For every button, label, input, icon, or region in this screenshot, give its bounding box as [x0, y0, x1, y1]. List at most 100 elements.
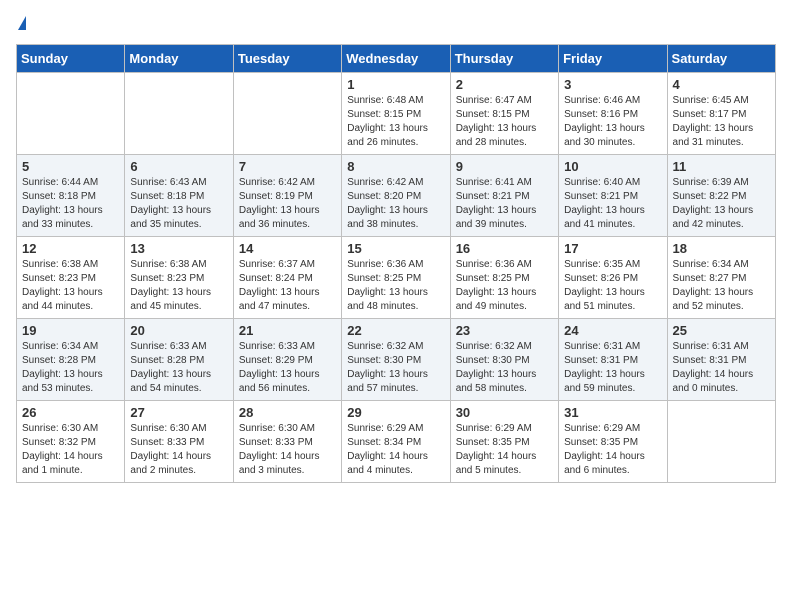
day-number: 30	[456, 405, 553, 420]
day-number: 5	[22, 159, 119, 174]
calendar-cell	[667, 401, 775, 483]
calendar-cell: 29Sunrise: 6:29 AM Sunset: 8:34 PM Dayli…	[342, 401, 450, 483]
day-info: Sunrise: 6:33 AM Sunset: 8:28 PM Dayligh…	[130, 340, 227, 396]
calendar-cell: 13 Sunrise: 6:38 AM Sunset: 8:23 PM Dayli…	[125, 237, 233, 319]
day-info: Sunrise: 6:31 AM Sunset: 8:31 PM Dayligh…	[564, 340, 661, 396]
col-header-thursday: Thursday	[450, 45, 558, 73]
calendar-cell: 9 Sunrise: 6:41 AM Sunset: 8:21 PM Daylig…	[450, 155, 558, 237]
logo	[16, 16, 26, 32]
calendar-cell: 2Sunrise: 6:47 AM Sunset: 8:15 PM Daylig…	[450, 73, 558, 155]
calendar-cell: 15 Sunrise: 6:36 AM Sunset: 8:25 PM Dayli…	[342, 237, 450, 319]
day-number: 28	[239, 405, 336, 420]
col-header-monday: Monday	[125, 45, 233, 73]
calendar-cell: 25 Sunrise: 6:31 AM Sunset: 8:31 PM Dayli…	[667, 319, 775, 401]
calendar-header-row: SundayMondayTuesdayWednesdayThursdayFrid…	[17, 45, 776, 73]
calendar-cell: 30 Sunrise: 6:29 AM Sunset: 8:35 PM Dayli…	[450, 401, 558, 483]
calendar-cell: 3Sunrise: 6:46 AM Sunset: 8:16 PM Daylig…	[559, 73, 667, 155]
calendar-week-row: 5 Sunrise: 6:44 AM Sunset: 8:18 PM Daylig…	[17, 155, 776, 237]
calendar-week-row: 1Sunrise: 6:48 AM Sunset: 8:15 PM Daylig…	[17, 73, 776, 155]
day-info: Sunrise: 6:29 AM Sunset: 8:35 PM Dayligh…	[456, 422, 553, 478]
calendar-cell: 27Sunrise: 6:30 AM Sunset: 8:33 PM Dayli…	[125, 401, 233, 483]
day-number: 21	[239, 323, 336, 338]
day-number: 9	[456, 159, 553, 174]
calendar-cell: 11Sunrise: 6:39 AM Sunset: 8:22 PM Dayli…	[667, 155, 775, 237]
calendar-cell: 17 Sunrise: 6:35 AM Sunset: 8:26 PM Dayli…	[559, 237, 667, 319]
day-number: 25	[673, 323, 770, 338]
day-info: Sunrise: 6:43 AM Sunset: 8:18 PM Dayligh…	[130, 176, 227, 232]
calendar-cell: 28 Sunrise: 6:30 AM Sunset: 8:33 PM Dayli…	[233, 401, 341, 483]
day-info: Sunrise: 6:34 AM Sunset: 8:28 PM Dayligh…	[22, 340, 119, 396]
day-number: 15	[347, 241, 444, 256]
day-info: Sunrise: 6:46 AM Sunset: 8:16 PM Dayligh…	[564, 94, 661, 150]
col-header-wednesday: Wednesday	[342, 45, 450, 73]
day-info: Sunrise: 6:37 AM Sunset: 8:24 PM Dayligh…	[239, 258, 336, 314]
col-header-saturday: Saturday	[667, 45, 775, 73]
calendar-cell: 18 Sunrise: 6:34 AM Sunset: 8:27 PM Dayli…	[667, 237, 775, 319]
day-number: 29	[347, 405, 444, 420]
day-number: 4	[673, 77, 770, 92]
day-info: Sunrise: 6:42 AM Sunset: 8:20 PM Dayligh…	[347, 176, 444, 232]
col-header-friday: Friday	[559, 45, 667, 73]
calendar-cell: 5 Sunrise: 6:44 AM Sunset: 8:18 PM Daylig…	[17, 155, 125, 237]
calendar-cell: 1Sunrise: 6:48 AM Sunset: 8:15 PM Daylig…	[342, 73, 450, 155]
day-number: 14	[239, 241, 336, 256]
day-info: Sunrise: 6:45 AM Sunset: 8:17 PM Dayligh…	[673, 94, 770, 150]
day-number: 17	[564, 241, 661, 256]
col-header-tuesday: Tuesday	[233, 45, 341, 73]
day-number: 8	[347, 159, 444, 174]
day-number: 22	[347, 323, 444, 338]
day-info: Sunrise: 6:30 AM Sunset: 8:33 PM Dayligh…	[239, 422, 336, 478]
calendar-cell: 10 Sunrise: 6:40 AM Sunset: 8:21 PM Dayli…	[559, 155, 667, 237]
calendar-week-row: 19 Sunrise: 6:34 AM Sunset: 8:28 PM Dayli…	[17, 319, 776, 401]
day-info: Sunrise: 6:35 AM Sunset: 8:26 PM Dayligh…	[564, 258, 661, 314]
day-info: Sunrise: 6:38 AM Sunset: 8:23 PM Dayligh…	[22, 258, 119, 314]
calendar-week-row: 26Sunrise: 6:30 AM Sunset: 8:32 PM Dayli…	[17, 401, 776, 483]
day-number: 12	[22, 241, 119, 256]
calendar-cell: 31Sunrise: 6:29 AM Sunset: 8:35 PM Dayli…	[559, 401, 667, 483]
day-info: Sunrise: 6:30 AM Sunset: 8:32 PM Dayligh…	[22, 422, 119, 478]
calendar-cell	[125, 73, 233, 155]
day-number: 27	[130, 405, 227, 420]
day-info: Sunrise: 6:33 AM Sunset: 8:29 PM Dayligh…	[239, 340, 336, 396]
calendar-cell	[233, 73, 341, 155]
day-number: 31	[564, 405, 661, 420]
day-info: Sunrise: 6:38 AM Sunset: 8:23 PM Dayligh…	[130, 258, 227, 314]
day-number: 19	[22, 323, 119, 338]
calendar-cell: 23 Sunrise: 6:32 AM Sunset: 8:30 PM Dayli…	[450, 319, 558, 401]
calendar-cell: 20 Sunrise: 6:33 AM Sunset: 8:28 PM Dayli…	[125, 319, 233, 401]
day-info: Sunrise: 6:44 AM Sunset: 8:18 PM Dayligh…	[22, 176, 119, 232]
page-header	[16, 16, 776, 32]
day-number: 2	[456, 77, 553, 92]
calendar-cell: 21 Sunrise: 6:33 AM Sunset: 8:29 PM Dayli…	[233, 319, 341, 401]
day-number: 24	[564, 323, 661, 338]
day-info: Sunrise: 6:40 AM Sunset: 8:21 PM Dayligh…	[564, 176, 661, 232]
day-number: 7	[239, 159, 336, 174]
day-info: Sunrise: 6:31 AM Sunset: 8:31 PM Dayligh…	[673, 340, 770, 396]
day-info: Sunrise: 6:32 AM Sunset: 8:30 PM Dayligh…	[456, 340, 553, 396]
day-info: Sunrise: 6:32 AM Sunset: 8:30 PM Dayligh…	[347, 340, 444, 396]
calendar-cell: 8 Sunrise: 6:42 AM Sunset: 8:20 PM Daylig…	[342, 155, 450, 237]
day-info: Sunrise: 6:39 AM Sunset: 8:22 PM Dayligh…	[673, 176, 770, 232]
day-number: 18	[673, 241, 770, 256]
day-info: Sunrise: 6:36 AM Sunset: 8:25 PM Dayligh…	[456, 258, 553, 314]
day-number: 10	[564, 159, 661, 174]
day-info: Sunrise: 6:34 AM Sunset: 8:27 PM Dayligh…	[673, 258, 770, 314]
calendar-week-row: 12 Sunrise: 6:38 AM Sunset: 8:23 PM Dayli…	[17, 237, 776, 319]
day-number: 6	[130, 159, 227, 174]
calendar-cell: 14 Sunrise: 6:37 AM Sunset: 8:24 PM Dayli…	[233, 237, 341, 319]
day-info: Sunrise: 6:41 AM Sunset: 8:21 PM Dayligh…	[456, 176, 553, 232]
day-number: 1	[347, 77, 444, 92]
calendar-cell: 16Sunrise: 6:36 AM Sunset: 8:25 PM Dayli…	[450, 237, 558, 319]
calendar-cell	[17, 73, 125, 155]
calendar-cell: 24 Sunrise: 6:31 AM Sunset: 8:31 PM Dayli…	[559, 319, 667, 401]
calendar-cell: 26Sunrise: 6:30 AM Sunset: 8:32 PM Dayli…	[17, 401, 125, 483]
day-number: 13	[130, 241, 227, 256]
day-info: Sunrise: 6:36 AM Sunset: 8:25 PM Dayligh…	[347, 258, 444, 314]
calendar-table: SundayMondayTuesdayWednesdayThursdayFrid…	[16, 44, 776, 483]
calendar-cell: 22 Sunrise: 6:32 AM Sunset: 8:30 PM Dayli…	[342, 319, 450, 401]
day-number: 23	[456, 323, 553, 338]
day-number: 20	[130, 323, 227, 338]
calendar-cell: 7 Sunrise: 6:42 AM Sunset: 8:19 PM Daylig…	[233, 155, 341, 237]
calendar-cell: 12 Sunrise: 6:38 AM Sunset: 8:23 PM Dayli…	[17, 237, 125, 319]
day-info: Sunrise: 6:42 AM Sunset: 8:19 PM Dayligh…	[239, 176, 336, 232]
